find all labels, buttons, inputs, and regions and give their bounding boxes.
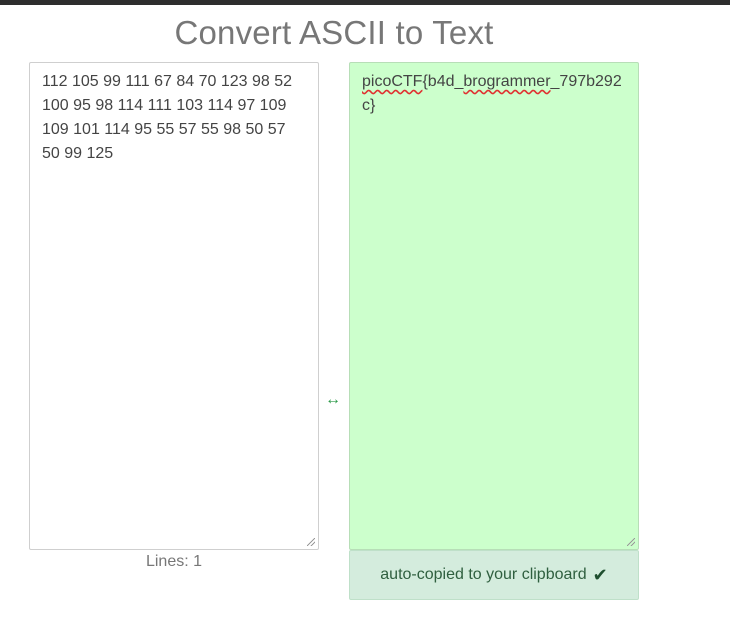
browser-top-bar xyxy=(0,0,730,5)
output-segment: {b4d_ xyxy=(422,73,464,90)
output-segment: picoCTF xyxy=(362,73,423,90)
line-count: Lines: 1 xyxy=(145,553,203,570)
swap-icon[interactable]: ↔ xyxy=(325,392,341,408)
clipboard-status-badge: auto-copied to your clipboard ✔ xyxy=(349,550,639,600)
checkmark-icon: ✔ xyxy=(592,564,608,585)
ascii-input-value: 112 105 99 111 67 84 70 123 98 52 100 95… xyxy=(42,73,293,162)
output-segment: brogrammer xyxy=(463,73,551,90)
page-title: Convert ASCII to Text xyxy=(174,14,494,51)
resize-handle[interactable] xyxy=(627,538,635,546)
resize-handle[interactable] xyxy=(307,538,315,546)
text-output-textarea[interactable]: picoCTF{b4d_brogrammer_797b292c} xyxy=(349,62,639,550)
ascii-input-textarea[interactable]: 112 105 99 111 67 84 70 123 98 52 100 95… xyxy=(29,62,319,550)
clipboard-status-label: auto-copied to your clipboard xyxy=(380,566,587,583)
